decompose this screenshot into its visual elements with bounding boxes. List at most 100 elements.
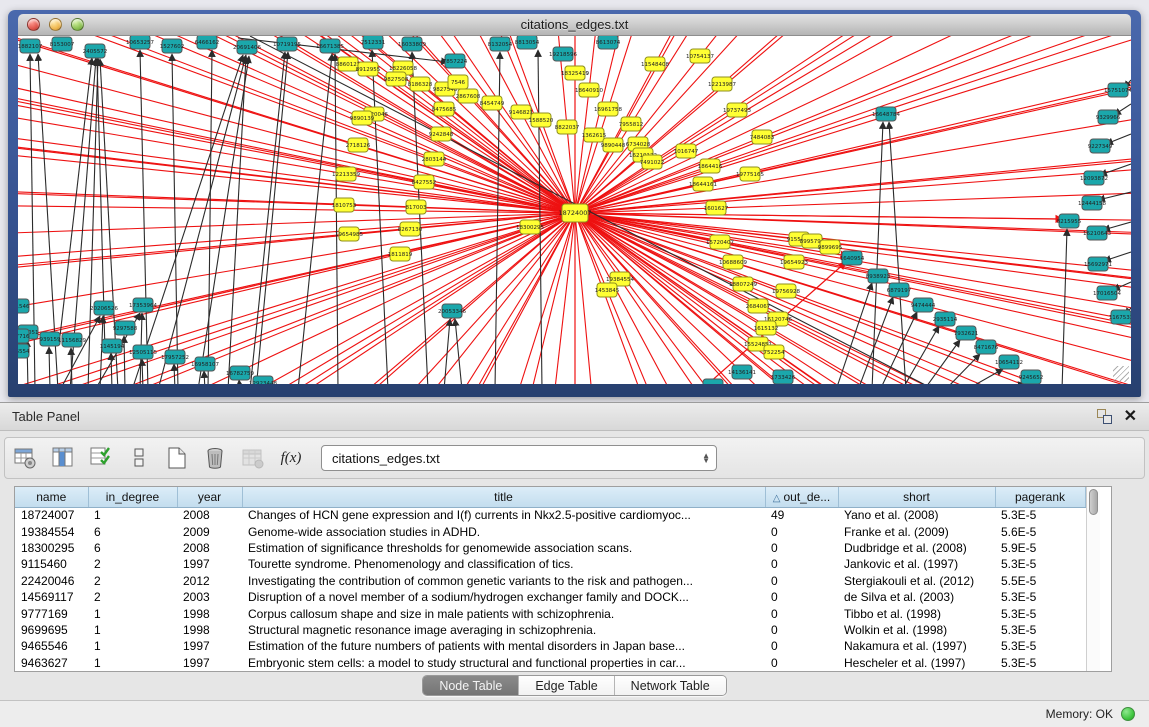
table-cell[interactable]: 5.3E-5 xyxy=(995,556,1085,572)
graph-node-teal[interactable]: 6466162 xyxy=(195,36,220,49)
table-row[interactable]: 911546021997Tourette syndrome. Phenomeno… xyxy=(15,556,1085,572)
graph-node-teal[interactable]: 1733426 xyxy=(771,370,796,384)
table-cell[interactable]: 2 xyxy=(88,589,177,605)
graph-node-teal[interactable]: 12093872 xyxy=(1080,171,1108,185)
float-panel-icon[interactable] xyxy=(1097,409,1112,424)
graph-node-yellow[interactable]: 1016747 xyxy=(674,144,699,158)
graph-node-teal[interactable]: 19218596 xyxy=(549,47,577,61)
table-cell[interactable]: Jankovic et al. (1997) xyxy=(838,556,995,572)
column-header-title[interactable]: title xyxy=(242,487,765,507)
table-cell[interactable]: 1 xyxy=(88,622,177,638)
graph-node-yellow[interactable]: 9827508 xyxy=(384,72,409,86)
table-cell[interactable]: Embryonic stem cells: a model to study s… xyxy=(242,655,765,671)
graph-node-teal[interactable]: 8938923 xyxy=(866,269,891,283)
graph-node-yellow[interactable]: 19756928 xyxy=(772,284,800,298)
table-cell[interactable]: 0 xyxy=(765,540,838,556)
table-cell[interactable]: 5.3E-5 xyxy=(995,605,1085,621)
table-cell[interactable]: 5.6E-5 xyxy=(995,523,1085,539)
graph-node-teal[interactable]: 911546 xyxy=(18,299,30,313)
graph-node-teal[interactable]: 15751074 xyxy=(1104,83,1131,97)
table-cell[interactable]: 5.3E-5 xyxy=(995,638,1085,654)
citation-graph[interactable]: 1882107815300724055721065325715276026466… xyxy=(18,36,1131,384)
table-cell[interactable]: Yano et al. (2008) xyxy=(838,507,995,523)
minimize-window-icon[interactable] xyxy=(49,18,62,31)
graph-node-yellow[interactable]: 8454749 xyxy=(480,96,505,110)
table-cell[interactable]: 1998 xyxy=(177,605,242,621)
graph-node-yellow[interactable]: 8427552 xyxy=(412,175,437,189)
import-table-icon[interactable] xyxy=(241,446,265,470)
table-cell[interactable]: 18724007 xyxy=(15,507,88,523)
graph-node-yellow[interactable]: 7491022 xyxy=(640,155,665,169)
column-header-pagerank[interactable]: pagerank xyxy=(995,487,1085,507)
graph-node-teal[interactable]: 8471676 xyxy=(974,340,999,354)
table-row[interactable]: 977716911998Corpus callosum shape and si… xyxy=(15,605,1085,621)
table-cell[interactable]: 14569117 xyxy=(15,589,88,605)
graph-node-teal[interactable]: 2935114 xyxy=(933,312,958,326)
column-header-out_de[interactable]: △out_de... xyxy=(765,487,838,507)
graph-node-yellow[interactable]: 8912955 xyxy=(356,62,381,76)
table-cell[interactable]: 2009 xyxy=(177,523,242,539)
table-cell[interactable]: 2008 xyxy=(177,540,242,556)
table-cell[interactable]: 9463627 xyxy=(15,655,88,671)
table-cell[interactable]: 0 xyxy=(765,638,838,654)
table-row[interactable]: 946554611997Estimation of the future num… xyxy=(15,638,1085,654)
graph-node-teal[interactable]: 8813054 xyxy=(515,36,540,49)
graph-node-teal[interactable]: 2405572 xyxy=(83,44,108,58)
graph-node-yellow[interactable]: 7484083 xyxy=(750,130,775,144)
table-row[interactable]: 946362711997Embryonic stem cells: a mode… xyxy=(15,655,1085,671)
graph-node-teal[interactable]: 7857224 xyxy=(443,54,468,68)
table-row[interactable]: 1872400712008Changes of HCN gene express… xyxy=(15,507,1085,523)
select-rows-icon[interactable] xyxy=(89,446,113,470)
graph-node-yellow[interactable]: 8267130 xyxy=(398,222,423,236)
table-cell[interactable]: 0 xyxy=(765,655,838,671)
graph-node-yellow[interactable]: 18325419 xyxy=(561,66,589,80)
graph-node-yellow[interactable]: 752254 xyxy=(764,345,785,359)
graph-node-yellow[interactable]: 8186328 xyxy=(408,77,433,91)
graph-node-yellow[interactable]: 18640910 xyxy=(575,83,603,97)
table-cell[interactable]: Genome-wide association studies in ADHD. xyxy=(242,523,765,539)
graph-node-teal[interactable]: 15692971 xyxy=(1084,257,1112,271)
graph-node-yellow[interactable]: 16961758 xyxy=(594,102,622,116)
graph-node-teal[interactable]: 12444158 xyxy=(1078,196,1106,210)
graph-node-teal[interactable]: 16671385 xyxy=(316,39,344,53)
graph-node-yellow[interactable]: 2867608 xyxy=(456,89,481,103)
graph-node-yellow[interactable]: 2718126 xyxy=(346,138,371,152)
row-height-icon[interactable] xyxy=(127,446,151,470)
delete-table-icon[interactable] xyxy=(203,446,227,470)
tab-edge-table[interactable]: Edge Table xyxy=(519,676,614,695)
graph-node-yellow[interactable]: 19654923 xyxy=(780,255,808,269)
zoom-window-icon[interactable] xyxy=(71,18,84,31)
graph-node-yellow[interactable]: 9890139 xyxy=(350,111,375,125)
table-cell[interactable]: 1997 xyxy=(177,556,242,572)
graph-node-yellow[interactable]: 11548408 xyxy=(641,57,669,71)
table-cell[interactable]: 5.9E-5 xyxy=(995,540,1085,556)
graph-node-yellow[interactable]: 7546 xyxy=(448,75,468,89)
graph-node-yellow[interactable]: 8475685 xyxy=(432,102,457,116)
close-window-icon[interactable] xyxy=(27,18,40,31)
graph-node-yellow[interactable]: 1810753 xyxy=(332,198,357,212)
table-cell[interactable]: Tibbo et al. (1998) xyxy=(838,605,995,621)
graph-node-teal[interactable]: 8215955 xyxy=(1057,214,1082,228)
table-cell[interactable]: de Silva et al. (2003) xyxy=(838,589,995,605)
graph-node-teal[interactable]: 17957252 xyxy=(161,350,189,364)
table-cell[interactable]: Stergiakouli et al. (2012) xyxy=(838,573,995,589)
table-cell[interactable]: 1 xyxy=(88,605,177,621)
graph-node-yellow[interactable]: 9890448 xyxy=(601,138,626,152)
graph-node-yellow[interactable]: 7955812 xyxy=(619,117,644,131)
graph-node-teal[interactable]: 16958107 xyxy=(191,357,219,371)
graph-node-teal[interactable]: 8613074 xyxy=(596,36,621,49)
table-cell[interactable]: 1 xyxy=(88,507,177,523)
graph-node-teal[interactable]: 9245652 xyxy=(1019,370,1044,384)
table-cell[interactable]: 5.3E-5 xyxy=(995,622,1085,638)
function-builder-icon[interactable]: f(x) xyxy=(279,446,303,470)
select-columns-icon[interactable] xyxy=(51,446,75,470)
table-cell[interactable]: Estimation of the future numbers of pati… xyxy=(242,638,765,654)
table-cell[interactable]: Investigating the contribution of common… xyxy=(242,573,765,589)
table-cell[interactable]: 2008 xyxy=(177,507,242,523)
resize-grip[interactable] xyxy=(1113,366,1129,382)
graph-node-yellow[interactable]: 9242848 xyxy=(429,127,454,141)
graph-node-teal[interactable]: 6879197 xyxy=(887,283,912,297)
column-header-year[interactable]: year xyxy=(177,487,242,507)
graph-node-yellow[interactable]: 18807249 xyxy=(729,277,757,291)
graph-node-teal[interactable]: 7512331 xyxy=(361,36,386,49)
